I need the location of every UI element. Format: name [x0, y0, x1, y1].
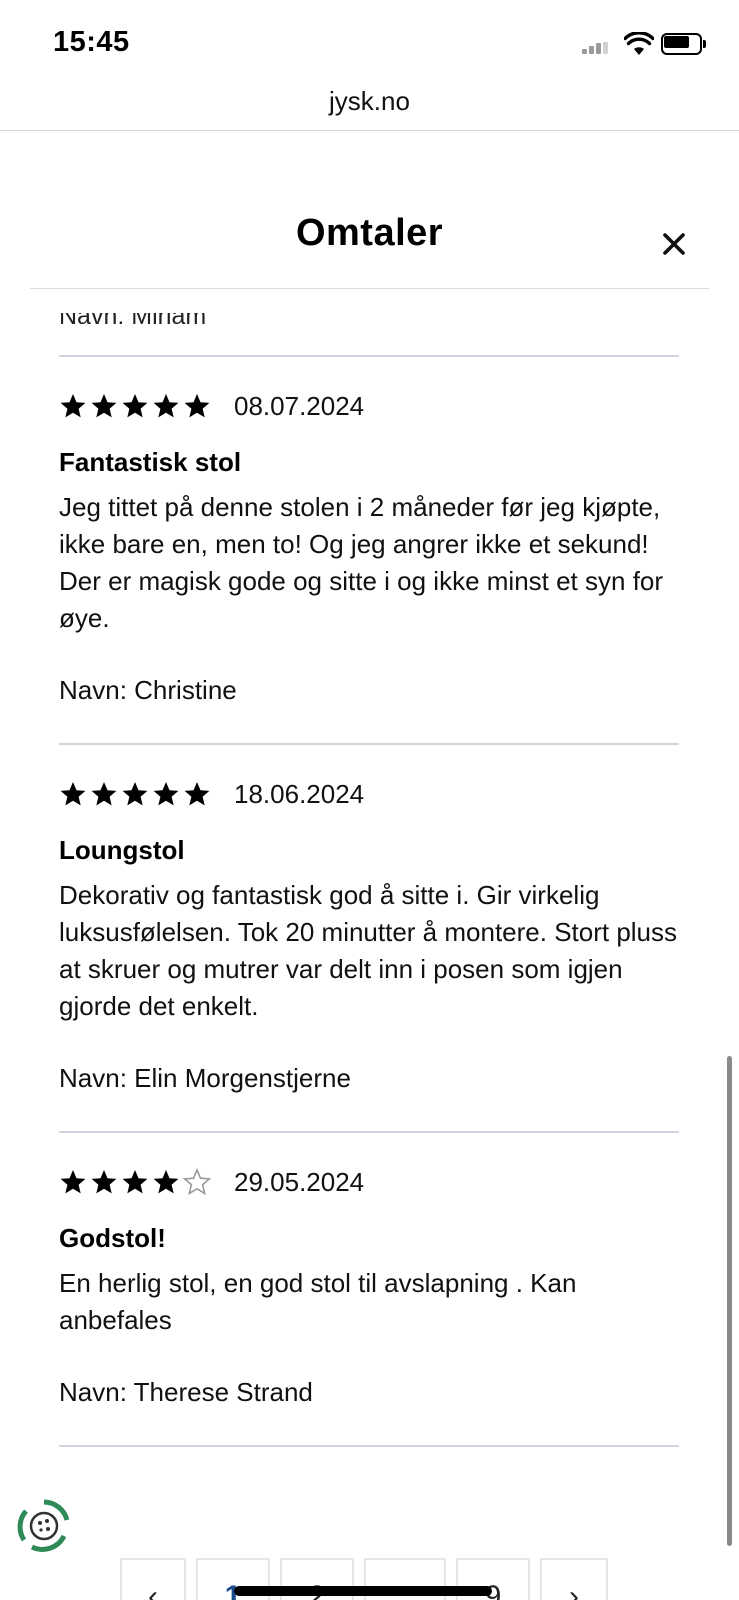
status-bar: 15:45 — [0, 0, 739, 78]
review-body: Jeg tittet på denne stolen i 2 måneder f… — [59, 492, 664, 633]
home-indicator — [234, 1586, 492, 1596]
star-icon — [184, 782, 210, 806]
star-icon — [122, 1170, 148, 1194]
review-body: Dekorativ og fantastisk god å sitte i. G… — [59, 880, 678, 1021]
previous-review-author: Navn: Miriam — [59, 302, 207, 330]
review-title: Godstol! — [59, 1223, 166, 1253]
review-body: En herlig stol, en god stol til avslapni… — [59, 1268, 577, 1335]
review-date: 29.05.2024 — [234, 1166, 365, 1197]
prev-page-button[interactable]: ‹ — [120, 1558, 186, 1600]
star-icon — [153, 394, 179, 418]
signal-icon — [582, 42, 608, 54]
review-author: Navn: Therese Strand — [59, 1377, 313, 1407]
star-icon — [91, 1170, 117, 1194]
review-item: 08.07.2024 Fantastisk stol Jeg tittet på… — [59, 355, 679, 743]
review-item: 18.06.2024 Loungstol Dekorativ og fantas… — [59, 743, 679, 1131]
wifi-icon — [624, 32, 654, 55]
reviews-list[interactable]: Navn: Miriam 08.07.2024 Fantastisk stol … — [0, 290, 739, 1540]
modal-header: Omtaler — [30, 131, 709, 289]
close-icon[interactable] — [658, 228, 690, 260]
star-icon — [60, 782, 86, 806]
star-icon — [153, 782, 179, 806]
url-text: jysk.no — [329, 86, 410, 116]
star-icon — [122, 782, 148, 806]
modal-title: Omtaler — [295, 212, 444, 254]
star-rating — [59, 1168, 211, 1196]
star-icon — [122, 394, 148, 418]
review-date: 08.07.2024 — [234, 390, 365, 421]
star-rating — [59, 392, 211, 420]
review-title: Loungstol — [59, 835, 185, 865]
review-author: Navn: Elin Morgenstjerne — [59, 1063, 351, 1093]
review-title: Fantastisk stol — [59, 447, 242, 477]
star-icon — [153, 1170, 179, 1194]
star-icon — [60, 1170, 86, 1194]
review-author: Navn: Christine — [59, 675, 237, 705]
star-icon — [91, 782, 117, 806]
star-icon — [184, 394, 210, 418]
url-bar[interactable]: jysk.no — [0, 78, 739, 131]
scrollbar-thumb[interactable] — [727, 1056, 732, 1546]
review-item: 29.05.2024 Godstol! En herlig stol, en g… — [59, 1131, 679, 1447]
review-date: 18.06.2024 — [234, 778, 365, 809]
star-rating — [59, 780, 211, 808]
next-page-button[interactable]: › — [540, 1558, 608, 1600]
eco-badge-icon[interactable] — [14, 1496, 74, 1556]
battery-icon — [661, 33, 707, 55]
star-icon — [91, 394, 117, 418]
star-outline-icon — [183, 1168, 211, 1196]
star-icon — [60, 394, 86, 418]
status-time: 15:45 — [53, 26, 130, 58]
